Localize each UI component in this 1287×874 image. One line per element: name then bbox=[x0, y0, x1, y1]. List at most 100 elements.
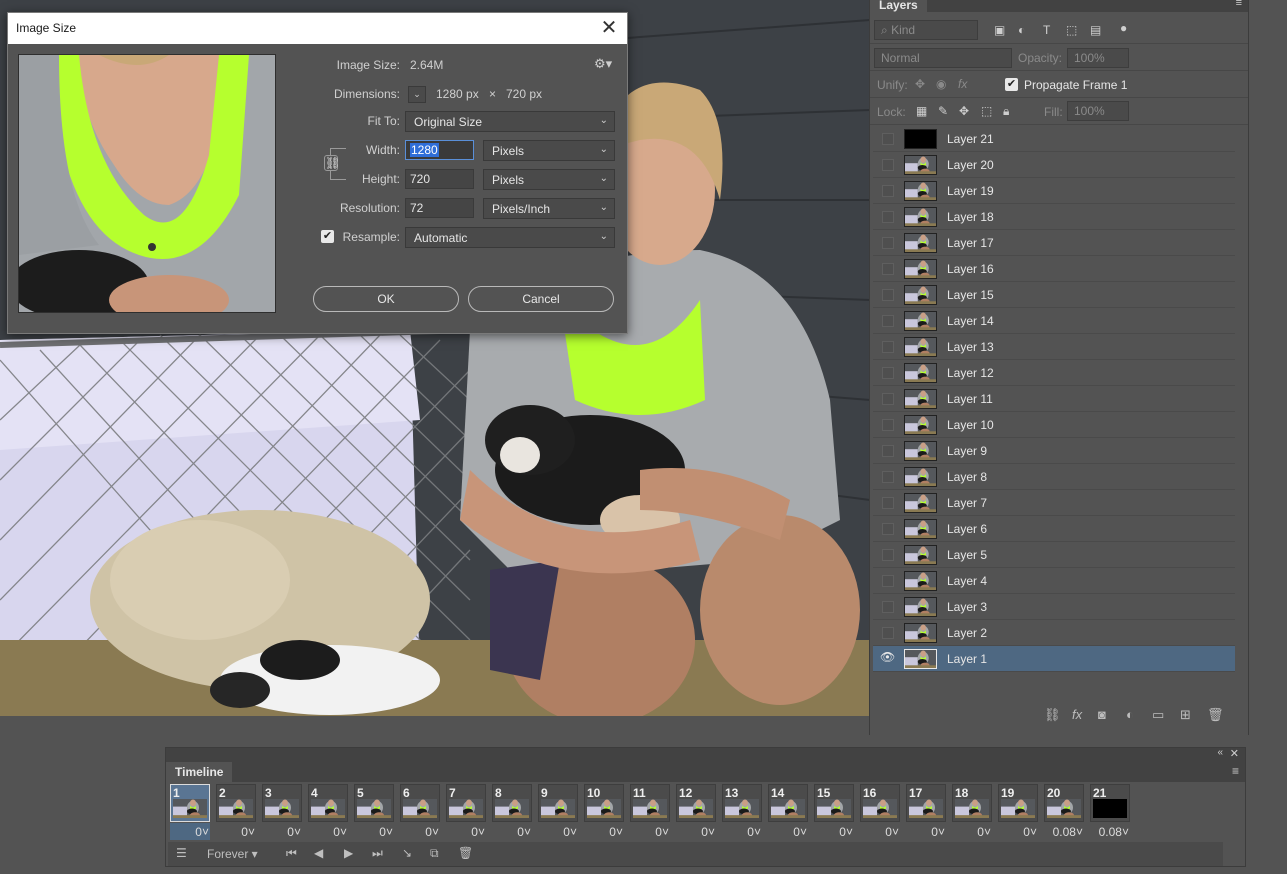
unify-style-icon[interactable]: fx bbox=[958, 77, 967, 91]
visibility-toggle[interactable] bbox=[882, 185, 894, 197]
layer-row[interactable]: Layer 14 bbox=[873, 308, 1235, 334]
cancel-button[interactable]: Cancel bbox=[468, 286, 614, 312]
timeline-frame[interactable]: 17 0˅ bbox=[904, 783, 948, 841]
frame-delay-dropdown[interactable]: 0˅ bbox=[425, 825, 439, 839]
timeline-frame[interactable]: 8 0˅ bbox=[490, 783, 534, 841]
frame-delay-dropdown[interactable]: 0˅ bbox=[287, 825, 301, 839]
frame-delay-dropdown[interactable]: 0˅ bbox=[701, 825, 715, 839]
timeline-frame[interactable]: 18 0˅ bbox=[950, 783, 994, 841]
tween-icon[interactable]: ↘ bbox=[402, 846, 412, 860]
convert-timeline-icon[interactable]: ☰ bbox=[176, 846, 187, 860]
visibility-toggle[interactable] bbox=[882, 523, 894, 535]
frame-delay-dropdown[interactable]: 0˅ bbox=[241, 825, 255, 839]
resolution-field[interactable]: 72 bbox=[405, 198, 474, 218]
frame-delay-dropdown[interactable]: 0˅ bbox=[747, 825, 761, 839]
frame-delay-dropdown[interactable]: 0˅ bbox=[471, 825, 485, 839]
layer-row[interactable]: Layer 3 bbox=[873, 594, 1235, 620]
frame-delay-dropdown[interactable]: 0˅ bbox=[609, 825, 623, 839]
visibility-toggle[interactable] bbox=[882, 393, 894, 405]
play-icon[interactable]: ▶ bbox=[344, 846, 353, 860]
dimensions-unit-dropdown[interactable]: ⌄ bbox=[408, 86, 426, 103]
visibility-toggle[interactable] bbox=[882, 237, 894, 249]
blend-mode-dropdown[interactable]: Normal bbox=[874, 48, 1012, 68]
tab-layers[interactable]: Layers bbox=[870, 0, 927, 12]
frame-delay-dropdown[interactable]: 0˅ bbox=[563, 825, 577, 839]
timeline-frame[interactable]: 16 0˅ bbox=[858, 783, 902, 841]
type-filter-icon[interactable]: T bbox=[1043, 23, 1050, 37]
visibility-toggle[interactable] bbox=[882, 289, 894, 301]
new-layer-icon[interactable]: ⊞ bbox=[1180, 707, 1191, 723]
layer-row[interactable]: Layer 11 bbox=[873, 386, 1235, 412]
add-mask-icon[interactable]: ◙ bbox=[1098, 707, 1106, 722]
shape-filter-icon[interactable]: ⬚ bbox=[1066, 23, 1077, 37]
frame-delay-dropdown[interactable]: 0˅ bbox=[931, 825, 945, 839]
visibility-toggle[interactable] bbox=[882, 367, 894, 379]
layer-row[interactable]: Layer 18 bbox=[873, 204, 1235, 230]
layer-row[interactable]: Layer 8 bbox=[873, 464, 1235, 490]
gear-icon[interactable]: ⚙▾ bbox=[594, 56, 612, 72]
layer-row[interactable]: Layer 20 bbox=[873, 152, 1235, 178]
timeline-frame[interactable]: 5 0˅ bbox=[352, 783, 396, 841]
fill-field[interactable]: 100% bbox=[1067, 101, 1129, 121]
opacity-field[interactable]: 100% bbox=[1067, 48, 1129, 68]
timeline-frame[interactable]: 12 0˅ bbox=[674, 783, 718, 841]
width-unit-dropdown[interactable]: Pixels ⌄ bbox=[483, 140, 615, 161]
layer-row[interactable]: Layer 12 bbox=[873, 360, 1235, 386]
first-frame-icon[interactable]: ⏮ bbox=[286, 846, 297, 861]
frame-delay-dropdown[interactable]: 0˅ bbox=[333, 825, 347, 839]
ok-button[interactable]: OK bbox=[313, 286, 459, 312]
timeline-frame[interactable]: 9 0˅ bbox=[536, 783, 580, 841]
unify-visibility-icon[interactable]: ◉ bbox=[936, 77, 946, 91]
propagate-checkbox[interactable]: ✔ bbox=[1005, 78, 1018, 91]
height-field[interactable]: 720 bbox=[405, 169, 474, 189]
image-preview[interactable] bbox=[18, 54, 276, 313]
timeline-frame[interactable]: 7 0˅ bbox=[444, 783, 488, 841]
frame-delay-dropdown[interactable]: 0˅ bbox=[839, 825, 853, 839]
visibility-toggle[interactable] bbox=[882, 159, 894, 171]
timeline-frame[interactable]: 3 0˅ bbox=[260, 783, 304, 841]
timeline-frame[interactable]: 21 0.08˅ bbox=[1088, 783, 1132, 841]
timeline-frame[interactable]: 19 0˅ bbox=[996, 783, 1040, 841]
layer-row[interactable]: Layer 16 bbox=[873, 256, 1235, 282]
panel-menu-icon[interactable]: ≡ bbox=[1232, 764, 1239, 778]
lock-artboard-icon[interactable]: ⬚ bbox=[981, 104, 992, 118]
image-filter-icon[interactable]: ▣ bbox=[994, 23, 1005, 37]
loop-dropdown[interactable]: Forever ▾ bbox=[207, 847, 258, 861]
layer-row[interactable]: Layer 19 bbox=[873, 178, 1235, 204]
layer-row[interactable]: Layer 4 bbox=[873, 568, 1235, 594]
duplicate-frame-icon[interactable]: ⧉ bbox=[430, 846, 439, 861]
close-icon[interactable]: ✕ bbox=[599, 16, 619, 40]
timeline-frame[interactable]: 10 0˅ bbox=[582, 783, 626, 841]
frame-delay-dropdown[interactable]: 0.08˅ bbox=[1053, 825, 1083, 839]
panel-menu-icon[interactable]: ≡ bbox=[1236, 0, 1242, 9]
layer-style-icon[interactable]: fx bbox=[1072, 707, 1082, 722]
visibility-toggle[interactable] bbox=[882, 133, 894, 145]
timeline-frame[interactable]: 1 0˅ bbox=[168, 783, 212, 841]
visibility-toggle[interactable] bbox=[882, 601, 894, 613]
visibility-toggle[interactable] bbox=[882, 263, 894, 275]
timeline-frame[interactable]: 6 0˅ bbox=[398, 783, 442, 841]
delete-frame-icon[interactable]: 🗑︎ bbox=[458, 846, 473, 860]
filter-toggle-icon[interactable]: ● bbox=[1120, 21, 1127, 35]
link-icon[interactable]: ⛓ bbox=[324, 155, 340, 171]
layer-row[interactable]: Layer 5 bbox=[873, 542, 1235, 568]
frame-delay-dropdown[interactable]: 0˅ bbox=[1023, 825, 1037, 839]
close-icon[interactable]: ✕ bbox=[1230, 747, 1239, 760]
frame-delay-dropdown[interactable]: 0˅ bbox=[195, 825, 209, 839]
layer-row[interactable]: Layer 7 bbox=[873, 490, 1235, 516]
kind-filter-dropdown[interactable]: ⌕ Kind bbox=[874, 20, 978, 40]
layer-row[interactable]: Layer 21 bbox=[873, 126, 1235, 152]
visibility-toggle[interactable] bbox=[882, 627, 894, 639]
delete-layer-icon[interactable]: 🗑︎ bbox=[1207, 707, 1224, 723]
timeline-frame[interactable]: 4 0˅ bbox=[306, 783, 350, 841]
layer-row[interactable]: Layer 13 bbox=[873, 334, 1235, 360]
visibility-toggle[interactable] bbox=[882, 445, 894, 457]
timeline-frame[interactable]: 14 0˅ bbox=[766, 783, 810, 841]
adjustment-layer-icon[interactable]: ◐ bbox=[1126, 707, 1134, 722]
next-frame-icon[interactable]: ⏭ bbox=[372, 846, 383, 861]
frame-delay-dropdown[interactable]: 0.08˅ bbox=[1099, 825, 1129, 839]
resample-dropdown[interactable]: Automatic ⌄ bbox=[405, 227, 615, 248]
visibility-toggle[interactable] bbox=[882, 471, 894, 483]
resolution-unit-dropdown[interactable]: Pixels/Inch ⌄ bbox=[483, 198, 615, 219]
layer-row[interactable]: Layer 10 bbox=[873, 412, 1235, 438]
